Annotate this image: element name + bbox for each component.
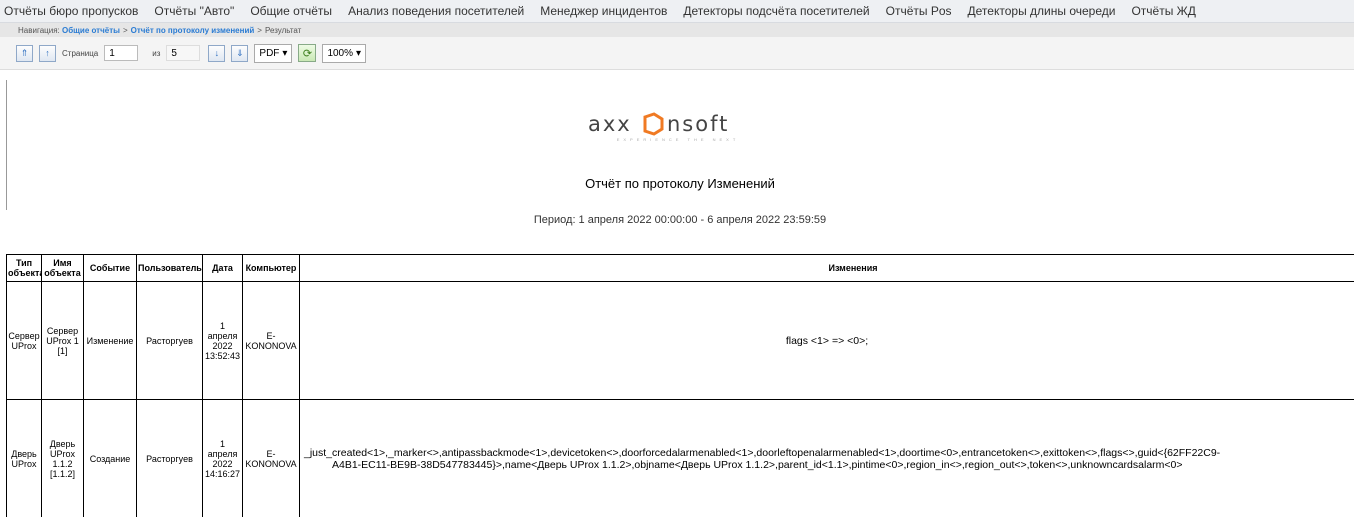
- top-menu: Отчёты бюро пропусков Отчёты "Авто" Общи…: [0, 0, 1354, 23]
- cell-computer: E-KONONOVA: [242, 399, 300, 517]
- svg-text:nsoft: nsoft: [667, 112, 729, 136]
- chevron-down-icon: ▾: [282, 47, 288, 59]
- zoom-select[interactable]: 100% ▾: [322, 43, 367, 63]
- last-page-button[interactable]: ⇓: [231, 44, 249, 62]
- cell-date: 1 апреля 2022 13:52:43: [202, 281, 243, 400]
- breadcrumb-general-reports[interactable]: Общие отчёты: [62, 26, 120, 35]
- next-page-button[interactable]: ↓: [208, 44, 226, 62]
- cell-event: Создание: [83, 399, 137, 517]
- cell-computer: E-KONONOVA: [242, 281, 300, 400]
- cell-event: Изменение: [83, 281, 137, 400]
- report-page: axx nsoft EXPERIENCE THE NEXT Отчёт по п…: [6, 80, 1354, 517]
- cell-user: Расторгуев: [136, 399, 203, 517]
- report-toolbar: ⇑ ↑ Страница из ↓ ⇓ PDF▾ ⟳ 100%▾: [0, 37, 1354, 70]
- header-date: Дата: [202, 254, 243, 282]
- changes-text: flags <1> => <0>;: [785, 334, 869, 347]
- chevron-down-icon: ▾: [356, 47, 362, 59]
- cell-changes: flags <1> => <0>;: [299, 281, 1354, 400]
- table-row: Сервер UProx Сервер UProx 1 [1] Изменени…: [6, 281, 1354, 400]
- zoom-value: 100%: [327, 47, 354, 59]
- svg-text:axx: axx: [588, 112, 632, 136]
- page-number-input[interactable]: [104, 45, 139, 61]
- menu-item-pass-bureau[interactable]: Отчёты бюро пропусков: [4, 4, 138, 18]
- table-header-row: Тип объекта Имя объекта Событие Пользова…: [6, 254, 1354, 282]
- cell-object-name: Дверь UProx 1.1.2 [1.1.2]: [41, 399, 84, 517]
- changes-text-line-2: A4B1-EC11-BE9B-38D547783445}>,name<Дверь…: [332, 458, 1183, 471]
- cell-object-type: Дверь UProx: [6, 399, 42, 517]
- menu-item-queue[interactable]: Детекторы длины очереди: [968, 4, 1116, 18]
- cell-date: 1 апреля 2022 14:16:27: [202, 399, 243, 517]
- cell-object-name: Сервер UProx 1 [1]: [41, 281, 84, 400]
- export-format-select[interactable]: PDF ▾: [254, 43, 293, 63]
- header-changes: Изменения: [299, 254, 1354, 282]
- breadcrumb-change-log-report[interactable]: Отчёт по протоколу изменений: [131, 26, 255, 35]
- changes-table: Тип объекта Имя объекта Событие Пользова…: [6, 254, 1354, 517]
- of-label: из: [152, 48, 161, 58]
- menu-item-pos[interactable]: Отчёты Pos: [886, 4, 952, 18]
- breadcrumb-separator: >: [257, 25, 262, 35]
- cell-user: Расторгуев: [136, 281, 203, 400]
- cell-changes: _just_created<1>,_marker<>,antipassbackm…: [299, 399, 1354, 517]
- menu-item-behavior[interactable]: Анализ поведения посетителей: [348, 4, 524, 18]
- refresh-icon[interactable]: ⟳: [298, 44, 317, 62]
- logo-wordmark: axx nsoft: [588, 112, 768, 136]
- breadcrumb-label: Навигация:: [18, 25, 60, 35]
- table-row: Дверь UProx Дверь UProx 1.1.2 [1.1.2] Со…: [6, 399, 1354, 517]
- report-title: Отчёт по протоколу Изменений: [585, 176, 775, 191]
- header-object-type: Тип объекта: [6, 254, 42, 282]
- menu-item-auto[interactable]: Отчёты "Авто": [154, 4, 234, 18]
- logo-tagline: EXPERIENCE THE NEXT: [616, 137, 740, 142]
- header-user: Пользователь: [136, 254, 203, 282]
- header-event: Событие: [83, 254, 137, 282]
- first-page-button[interactable]: ⇑: [16, 44, 33, 62]
- page-label: Страница: [62, 48, 99, 58]
- report-period: Период: 1 апреля 2022 00:00:00 - 6 апрел…: [533, 214, 827, 226]
- header-object-name: Имя объекта: [41, 254, 84, 282]
- breadcrumb-current: Результат: [264, 25, 302, 35]
- changes-text-line-1: _just_created<1>,_marker<>,antipassbackm…: [304, 446, 1221, 459]
- axxonsoft-logo: axx nsoft EXPERIENCE THE NEXT: [588, 112, 768, 144]
- previous-page-button[interactable]: ↑: [39, 44, 56, 62]
- menu-item-visitor-counters[interactable]: Детекторы подсчёта посетителей: [683, 4, 869, 18]
- header-computer: Компьютер: [242, 254, 300, 282]
- menu-item-general[interactable]: Общие отчёты: [250, 4, 332, 18]
- menu-item-rail[interactable]: Отчёты ЖД: [1131, 4, 1195, 18]
- menu-item-incidents[interactable]: Менеджер инцидентов: [540, 4, 667, 18]
- export-format-value: PDF: [259, 47, 280, 59]
- breadcrumb-separator: >: [122, 25, 128, 35]
- logo-image: axx nsoft: [588, 112, 729, 136]
- breadcrumb: Навигация: Общие отчёты > Отчёт по прото…: [0, 23, 1354, 37]
- cell-object-type: Сервер UProx: [6, 281, 42, 400]
- total-pages-field: [166, 45, 201, 61]
